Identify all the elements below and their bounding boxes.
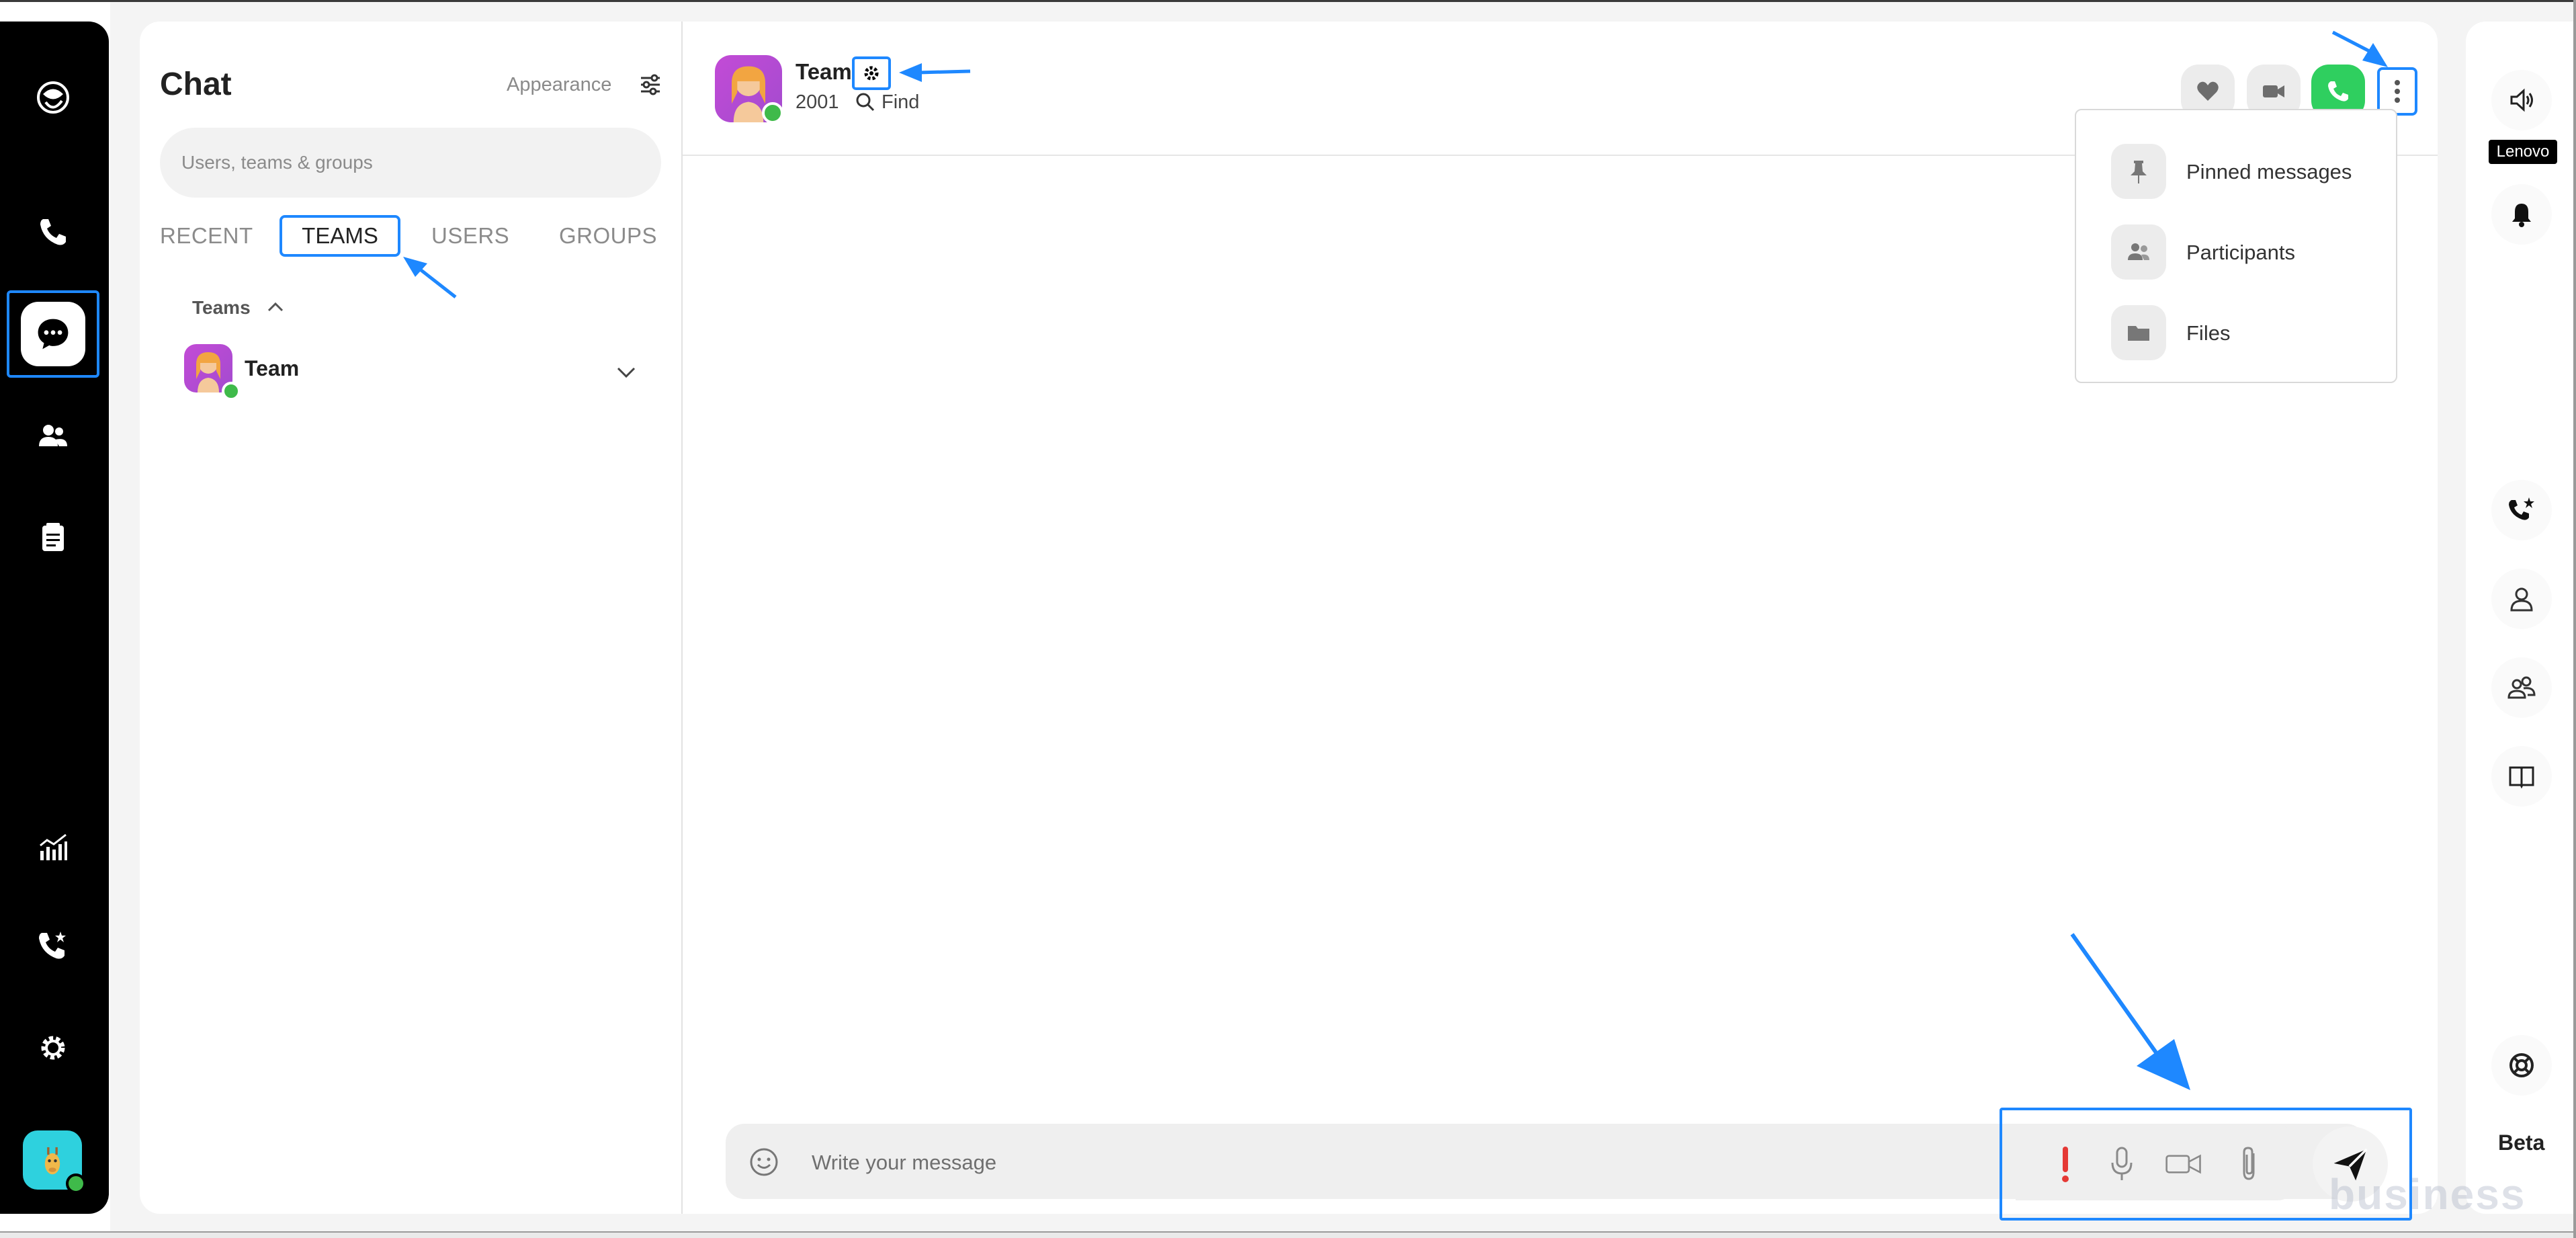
team-number: 2001 (796, 91, 839, 113)
chevron-up-icon[interactable] (265, 298, 286, 315)
video-camera-icon (2263, 85, 2284, 97)
bell-icon (2512, 204, 2531, 227)
contact-button[interactable] (2491, 569, 2552, 629)
nav-settings[interactable] (17, 1012, 89, 1083)
sliders-icon[interactable] (637, 71, 664, 98)
nav-analytics[interactable] (17, 812, 89, 883)
book-icon (2509, 766, 2534, 789)
nav-chat[interactable] (7, 290, 99, 378)
phone-icon (40, 219, 66, 245)
tab-recent[interactable]: RECENT (160, 223, 253, 249)
chat-icon (21, 302, 85, 366)
team-list-item[interactable]: Team (184, 344, 654, 401)
more-options-menu: Pinned messages Participants Files (2075, 109, 2397, 383)
panel-title: Chat (160, 67, 232, 102)
tab-users[interactable]: USERS (431, 223, 509, 249)
online-status-dot (66, 1173, 86, 1194)
chevron-down-icon[interactable] (614, 364, 638, 380)
user-avatar[interactable] (23, 1130, 86, 1194)
help-button[interactable] (2491, 1035, 2552, 1096)
pin-icon (2111, 144, 2166, 199)
phonebook-button[interactable] (2491, 746, 2552, 807)
frame-right-border (2573, 0, 2576, 1238)
person-icon (2510, 587, 2533, 612)
giraffe-avatar-icon (44, 1147, 60, 1175)
find-link[interactable]: Find (882, 91, 919, 114)
team-settings-button[interactable] (852, 56, 891, 90)
right-toolbar: Lenovo Beta (2466, 22, 2576, 1214)
participants-icon (2111, 224, 2166, 280)
tab-groups[interactable]: GROUPS (559, 223, 657, 249)
notes-icon (42, 523, 64, 551)
frame-top-border (0, 0, 2576, 2)
nav-contacts[interactable] (17, 401, 89, 472)
annotation-arrow-icon (899, 63, 971, 82)
team-name: Team (245, 356, 300, 380)
kebab-menu-icon (2395, 80, 2400, 103)
online-status-dot (222, 382, 241, 401)
nav-rail (0, 22, 109, 1214)
menu-item-pinned-messages[interactable]: Pinned messages (2111, 144, 2393, 200)
tab-teams[interactable]: TEAMS (280, 215, 400, 257)
group-button[interactable] (2491, 657, 2552, 718)
gear-icon (864, 66, 879, 81)
gear-icon (41, 1036, 65, 1060)
app-logo-icon (17, 62, 89, 133)
menu-item-participants[interactable]: Participants (2111, 224, 2393, 281)
menu-item-label: Files (2186, 321, 2231, 345)
menu-item-files[interactable]: Files (2111, 305, 2393, 362)
frame-bottom-border (0, 1231, 2576, 1238)
annotation-arrow-icon (2070, 933, 2190, 1090)
annotation-arrow-icon (2331, 30, 2388, 67)
audio-device-label: Lenovo (2489, 140, 2557, 164)
heart-icon (2197, 81, 2219, 101)
lifebuoy-icon (2509, 1053, 2534, 1077)
nav-call-features[interactable] (17, 910, 89, 981)
analytics-icon (40, 833, 67, 860)
appearance-link[interactable]: Appearance (507, 74, 611, 96)
search-placeholder: Users, teams & groups (181, 152, 373, 173)
people-icon (2507, 676, 2536, 699)
online-status-dot (762, 102, 783, 124)
folder-icon (2111, 305, 2166, 360)
search-input[interactable]: Users, teams & groups (160, 128, 661, 198)
search-icon[interactable] (855, 91, 875, 112)
beta-label: Beta (2498, 1130, 2545, 1155)
speaker-button[interactable] (2491, 70, 2552, 130)
message-placeholder: Write your message (812, 1151, 997, 1174)
nav-notes[interactable] (17, 501, 89, 573)
notifications-button[interactable] (2491, 184, 2552, 245)
menu-item-label: Participants (2186, 241, 2295, 264)
speed-dial-button[interactable] (2491, 480, 2552, 540)
chat-list-panel: Chat Appearance Users, teams & groups RE… (140, 22, 683, 1214)
speaker-icon (2510, 88, 2533, 112)
nav-calls[interactable] (17, 196, 89, 267)
teams-group-header[interactable]: Teams (192, 297, 251, 319)
conversation-title: Team (796, 59, 852, 84)
watermark-text: business (2329, 1170, 2526, 1219)
phone-star-icon (39, 932, 66, 959)
menu-item-label: Pinned messages (2186, 160, 2352, 183)
emoji-icon[interactable] (748, 1147, 779, 1178)
contacts-icon (39, 425, 67, 446)
phone-icon (2328, 81, 2348, 101)
phone-star-icon (2509, 497, 2534, 520)
annotation-arrow-icon (403, 257, 457, 298)
